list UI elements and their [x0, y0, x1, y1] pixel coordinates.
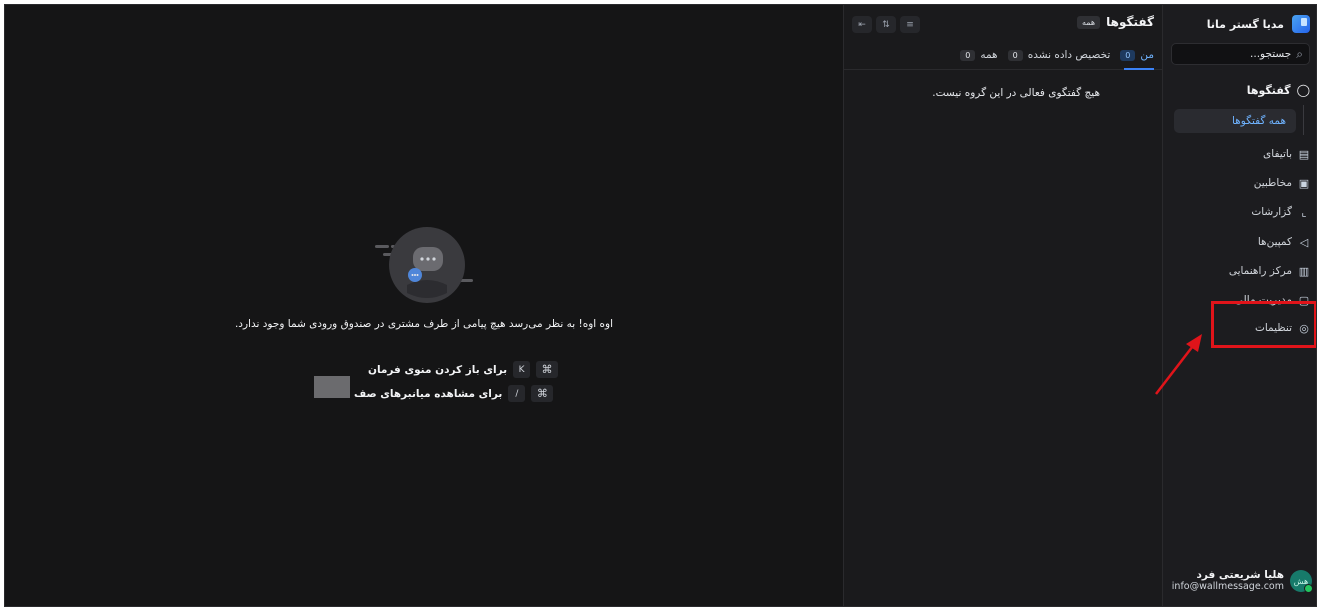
nav-tree-line [1303, 105, 1304, 135]
shortcut-command-menu: ⌘ K برای باز کردن منوی فرمان [368, 361, 559, 378]
user-profile[interactable]: هش هلیا شریعتی فرد info@wallmessage.com [1172, 569, 1313, 593]
logo-icon [1292, 15, 1310, 33]
empty-state-title: اوه اوه! به نظر می‌رسد هیچ پیامی از طرف … [234, 318, 614, 330]
user-name: هلیا شریعتی فرد [1196, 569, 1284, 581]
section-title: گفتگوها [1246, 83, 1291, 97]
search-input[interactable]: ⌕ جستجو... [1171, 43, 1310, 65]
chat-bubble-icon: ◯ [1296, 83, 1310, 97]
user-info: هلیا شریعتی فرد info@wallmessage.com [1172, 569, 1284, 593]
annotation-arrow-icon [1155, 334, 1202, 395]
cmd-key: ⌘ [531, 385, 554, 402]
chart-icon: ⌞ [1301, 205, 1307, 219]
sidebar-item-reports[interactable]: ⌞ گزارشات [1251, 203, 1310, 221]
shortcut-label: برای باز کردن منوی فرمان [368, 363, 508, 376]
sidebar-item-campaigns[interactable]: ◁ کمپین‌ها [1258, 233, 1310, 251]
sort-icon[interactable]: ⇅ [876, 16, 896, 33]
assignee-tabs: من 0 تخصیص داده نشده 0 همه 0 [960, 49, 1154, 61]
tab-mine[interactable]: من 0 [1120, 49, 1154, 61]
contacts-icon: ▣ [1298, 176, 1310, 190]
brand[interactable]: مدیا گستر مانا [1207, 13, 1310, 35]
tab-count: 0 [960, 49, 976, 61]
sidebar-item-label: گزارشات [1251, 206, 1292, 218]
brand-name: مدیا گستر مانا [1206, 17, 1284, 31]
conversation-list-header: گفتگوها همه [1077, 15, 1154, 29]
tabs-divider [844, 69, 1164, 70]
tab-all[interactable]: همه 0 [960, 49, 998, 61]
conversation-view: اوه اوه! به نظر می‌رسد هیچ پیامی از طرف … [5, 5, 843, 606]
settings-highlight-box [1211, 301, 1316, 348]
sidebar-item-label: باتیفای [1263, 148, 1292, 160]
k-key: K [513, 361, 531, 378]
library-icon: ▥ [1298, 264, 1310, 278]
slash-key: / [508, 385, 526, 402]
user-email: info@wallmessage.com [1171, 581, 1284, 592]
search-icon: ⌕ [1296, 46, 1303, 61]
tab-unassigned[interactable]: تخصیص داده نشده 0 [1007, 49, 1111, 61]
tab-label: تخصیص داده نشده [1027, 49, 1111, 61]
inbox-icon: ▤ [1298, 147, 1310, 161]
sidebar-item-help-center[interactable]: ▥ مرکز راهنمایی [1229, 262, 1310, 280]
status-filter-chip[interactable]: همه [1077, 15, 1101, 29]
cmd-key: ⌘ [536, 361, 559, 378]
collapse-icon[interactable]: ⇤ [852, 16, 872, 33]
sidebar-item-botify[interactable]: ▤ باتیفای [1263, 145, 1310, 163]
list-toolbar: ⇤ ⇅ ≡ [852, 16, 920, 33]
shortcut-queue: ⌘ / برای مشاهده میانبرهای صف [354, 385, 554, 402]
app-window: اوه اوه! به نظر می‌رسد هیچ پیامی از طرف … [4, 4, 1317, 607]
avatar: هش [1290, 570, 1313, 593]
filter-icon[interactable]: ≡ [900, 16, 920, 33]
sidebar-item-all-conversations[interactable]: همه گفتگوها [1174, 109, 1296, 133]
sidebar-item-label: کمپین‌ها [1257, 236, 1292, 248]
megaphone-icon: ◁ [1299, 235, 1309, 249]
tab-count: 0 [1120, 49, 1136, 61]
search-placeholder: جستجو... [1250, 48, 1292, 60]
sidebar-item-label: مرکز راهنمایی [1228, 265, 1292, 277]
tab-label: همه [980, 49, 998, 61]
page-title: گفتگوها [1106, 15, 1154, 29]
active-tab-indicator [1124, 68, 1154, 70]
redacted-block [314, 376, 350, 398]
shortcut-label: برای مشاهده میانبرهای صف [354, 387, 503, 400]
conversation-list-panel: گفتگوها همه ⇤ ⇅ ≡ من 0 تخصیص داده نشده 0… [843, 5, 1164, 606]
tab-label: من [1140, 49, 1154, 61]
sidebar-item-label: مخاطبین [1253, 177, 1292, 189]
sidebar-item-contacts[interactable]: ▣ مخاطبین [1254, 174, 1310, 192]
sidebar: مدیا گستر مانا ⌕ جستجو... ◯ گفتگوها همه … [1163, 5, 1316, 606]
tab-count: 0 [1007, 49, 1023, 61]
sidebar-item-conversations[interactable]: ◯ گفتگوها [1247, 83, 1310, 97]
empty-inbox-illustration [375, 227, 473, 303]
empty-list-message: هیچ گفتگوی فعالی در این گروه نیست. [932, 87, 1100, 99]
